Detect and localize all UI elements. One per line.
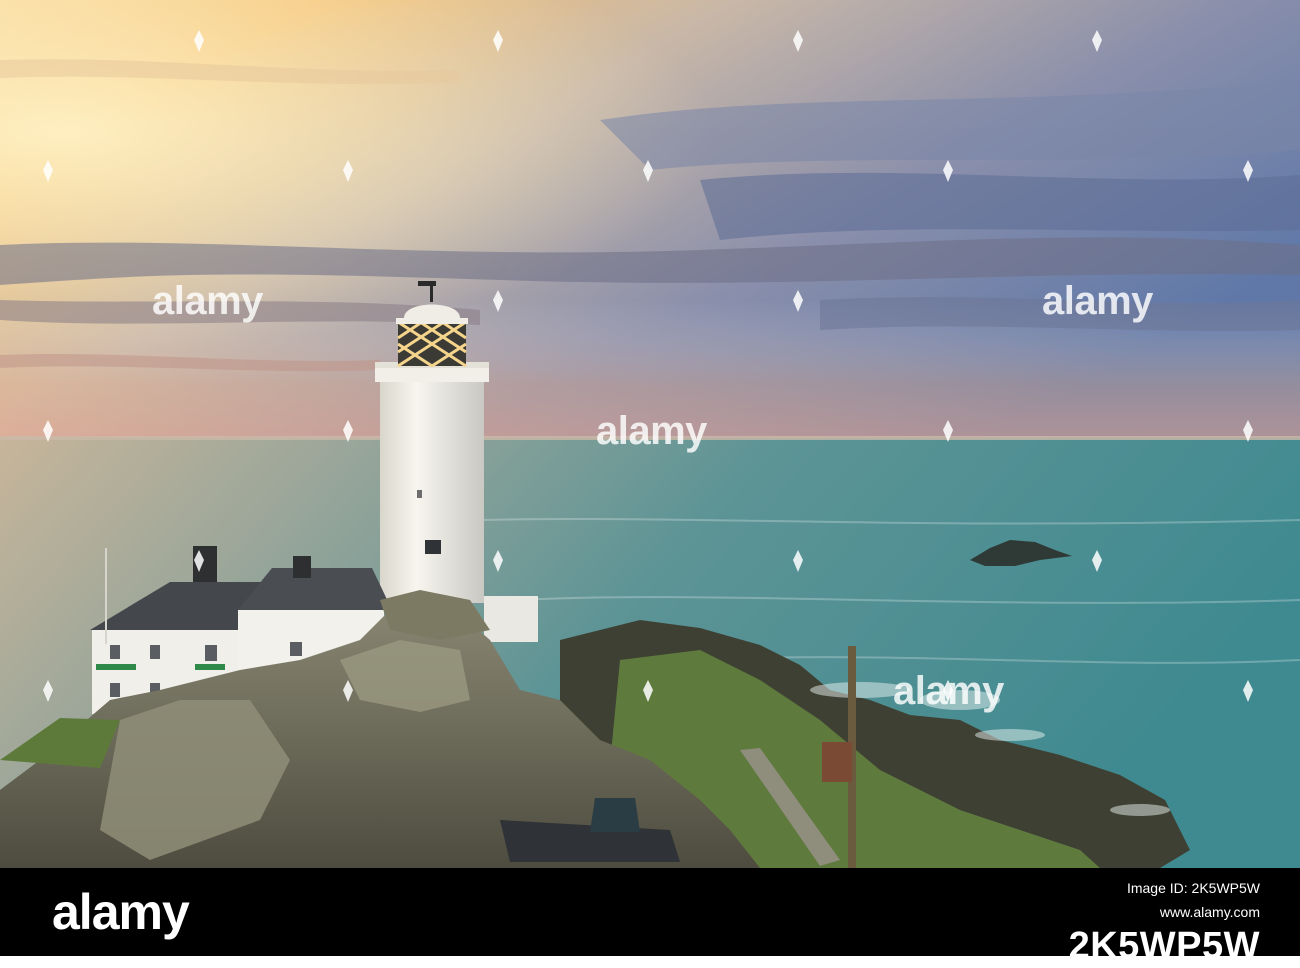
watermark-logo-bottom: alamy: [893, 669, 1005, 713]
watermark-logo-right: alamy: [1042, 279, 1154, 323]
footer-image-id: 2K5WP5W: [1068, 925, 1260, 967]
footer-site: www.alamy.com: [1159, 904, 1260, 920]
footer-logo: alamy: [52, 884, 190, 940]
footer-bar: alamy Image ID: 2K5WP5W www.alamy.com 2K…: [0, 868, 1300, 967]
watermark-logo-center: alamy: [596, 409, 708, 453]
watermark-logo-left: alamy: [152, 279, 264, 323]
footer-meta: Image ID: 2K5WP5W www.alamy.com 2K5WP5W: [1069, 876, 1260, 968]
footer-caption: Image ID: 2K5WP5W: [1126, 880, 1260, 896]
photograph: alamy alamy alamy alamy: [0, 0, 1300, 868]
